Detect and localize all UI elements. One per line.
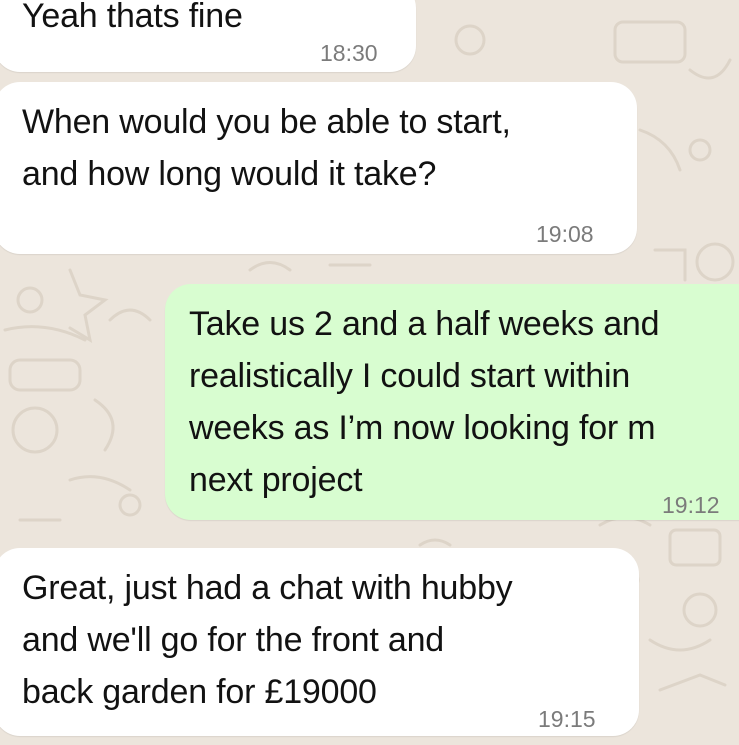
message-timestamp: 19:08 (536, 221, 594, 247)
message-timestamp: 18:30 (320, 40, 378, 66)
message-text: Yeah thats fine (22, 0, 243, 35)
message-text: Take us 2 and a half weeks and realistic… (189, 305, 660, 499)
message-text: When would you be able to start, and how… (22, 103, 511, 193)
message-bubble-1[interactable]: Yeah thats fine 18:30 (0, 0, 416, 72)
message-timestamp: 19:15 (538, 706, 596, 732)
message-bubble-4[interactable]: Great, just had a chat with hubby and we… (0, 548, 639, 736)
message-bubble-2[interactable]: When would you be able to start, and how… (0, 82, 637, 254)
message-timestamp: 19:12 (662, 492, 720, 518)
message-text: Great, just had a chat with hubby and we… (22, 569, 513, 711)
message-bubble-3[interactable]: Take us 2 and a half weeks and realistic… (165, 284, 739, 520)
